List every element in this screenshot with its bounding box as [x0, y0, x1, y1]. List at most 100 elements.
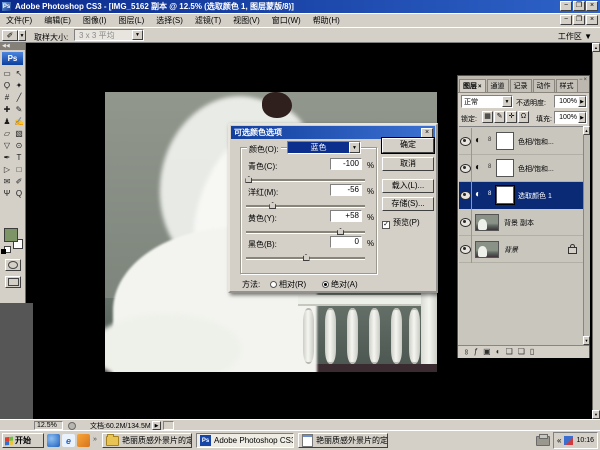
- blend-mode-dropdown[interactable]: 正常 ▼: [461, 95, 513, 108]
- method-absolute-radio[interactable]: 绝对(A): [322, 279, 358, 290]
- tool-preset-picker[interactable]: ✐ ▼: [2, 30, 28, 41]
- layer-name[interactable]: 色相/饱和...: [518, 137, 554, 147]
- visibility-toggle[interactable]: [459, 236, 472, 263]
- cyan-slider[interactable]: [246, 176, 365, 183]
- tool-eraser[interactable]: ▱: [1, 127, 13, 139]
- magenta-slider[interactable]: [246, 202, 365, 209]
- yellow-value-field[interactable]: +58: [330, 210, 362, 222]
- app-close-button[interactable]: ×: [586, 1, 598, 11]
- tab-close-icon[interactable]: ×: [478, 84, 482, 90]
- layer-mask-thumbnail[interactable]: [496, 186, 514, 204]
- menu-image[interactable]: 图像(I): [77, 15, 113, 26]
- black-slider[interactable]: [246, 254, 365, 261]
- tool-notes[interactable]: ✉: [1, 175, 13, 187]
- layer-thumbnail[interactable]: [475, 241, 499, 258]
- layer-name[interactable]: 背景 副本: [504, 218, 534, 228]
- quicklaunch-browser-icon[interactable]: [47, 434, 60, 447]
- color-dropdown[interactable]: 蓝色 ▼: [287, 141, 361, 154]
- visibility-toggle[interactable]: [459, 182, 472, 209]
- printer-icon[interactable]: [536, 436, 550, 446]
- layer-style-icon[interactable]: ƒ: [474, 347, 478, 357]
- quicklaunch-ie-icon[interactable]: e: [62, 434, 75, 447]
- tray-chevron-icon[interactable]: «: [557, 436, 561, 445]
- tool-rectangular-marquee[interactable]: ▭: [1, 67, 13, 79]
- palette-collapse-handle[interactable]: ◀◀: [0, 43, 25, 50]
- save-button[interactable]: 存储(S)...: [382, 197, 434, 211]
- chevron-down-icon[interactable]: ▼: [502, 96, 512, 107]
- load-button[interactable]: 载入(L)...: [382, 179, 434, 193]
- tool-path-select[interactable]: ▷: [1, 163, 13, 175]
- new-group-icon[interactable]: ❑: [506, 347, 513, 357]
- tool-hand[interactable]: Ψ: [1, 187, 13, 199]
- document-vertical-scrollbar[interactable]: [592, 43, 600, 419]
- tool-history-brush[interactable]: ✍: [13, 115, 25, 127]
- method-relative-radio[interactable]: 相对(R): [270, 279, 306, 290]
- tab-actions[interactable]: 动作: [533, 79, 555, 92]
- tool-type[interactable]: T: [13, 151, 25, 163]
- tab-channels[interactable]: 通道: [487, 79, 509, 92]
- workspace-button[interactable]: 工作区 ▼: [558, 31, 592, 42]
- layer-row[interactable]: 背景 副本: [459, 209, 583, 236]
- tab-layers[interactable]: 图层×: [459, 79, 486, 92]
- scroll-down-icon[interactable]: ▼: [583, 336, 590, 345]
- add-mask-icon[interactable]: ▣: [483, 347, 491, 357]
- menu-select[interactable]: 选择(S): [150, 15, 189, 26]
- delete-layer-icon[interactable]: ▯: [530, 347, 534, 357]
- menu-file[interactable]: 文件(F): [0, 15, 38, 26]
- layer-name[interactable]: 背景: [504, 245, 518, 255]
- app-restore-button[interactable]: ❐: [573, 1, 585, 11]
- taskbar-task-photoshop[interactable]: Ps Adobe Photoshop CS3...: [196, 433, 294, 448]
- layer-mask-thumbnail[interactable]: [496, 159, 514, 177]
- tool-clone-stamp[interactable]: ♟: [1, 115, 13, 127]
- taskbar-task-document[interactable]: 艳丽质感外景片的定...: [298, 433, 388, 448]
- cyan-value-field[interactable]: -100: [330, 158, 362, 170]
- lock-position-icon[interactable]: ✛: [506, 111, 517, 123]
- doc-minimize-button[interactable]: −: [560, 15, 572, 25]
- tool-brush[interactable]: ✎: [13, 103, 25, 115]
- lock-transparency-icon[interactable]: ▦: [482, 111, 493, 123]
- scroll-down-icon[interactable]: ▼: [592, 410, 600, 419]
- screen-mode-button[interactable]: [5, 276, 21, 288]
- tab-styles[interactable]: 样式: [556, 79, 578, 92]
- lock-all-icon[interactable]: Ω: [518, 111, 529, 123]
- menu-edit[interactable]: 编辑(E): [38, 15, 77, 26]
- scroll-up-icon[interactable]: ▲: [592, 43, 600, 52]
- visibility-toggle[interactable]: [459, 128, 472, 155]
- scroll-up-icon[interactable]: ▲: [583, 126, 590, 135]
- preview-checkbox[interactable]: ✓预览(P): [382, 217, 420, 229]
- menu-filter[interactable]: 滤镜(T): [189, 15, 227, 26]
- foreground-color-swatch[interactable]: [4, 228, 18, 242]
- chevron-down-icon[interactable]: ▼: [349, 142, 360, 153]
- doc-close-button[interactable]: ×: [586, 15, 598, 25]
- layer-row-selected[interactable]: ◐ 8 选取颜色 1: [459, 182, 583, 209]
- menu-help[interactable]: 帮助(H): [307, 15, 346, 26]
- tool-zoom[interactable]: Q: [13, 187, 25, 199]
- chevron-down-icon[interactable]: ▼: [132, 30, 143, 40]
- chevron-right-icon[interactable]: ▶: [578, 112, 586, 123]
- slider-thumb[interactable]: [337, 228, 344, 235]
- layer-row[interactable]: ◐ 8 色相/饱和...: [459, 155, 583, 182]
- tool-blur[interactable]: ▽: [1, 139, 13, 151]
- quicklaunch-chevron-icon[interactable]: »: [93, 436, 97, 443]
- tool-gradient[interactable]: ▧: [13, 127, 25, 139]
- layer-name[interactable]: 选取颜色 1: [518, 191, 552, 201]
- black-value-field[interactable]: 0: [330, 236, 362, 248]
- chevron-right-icon[interactable]: ▶: [578, 96, 586, 107]
- layer-row[interactable]: 背景: [459, 236, 583, 263]
- fill-field[interactable]: 100% ▶: [554, 111, 587, 124]
- tool-shape[interactable]: □: [13, 163, 25, 175]
- opacity-field[interactable]: 100% ▶: [554, 95, 587, 108]
- layer-mask-thumbnail[interactable]: [496, 132, 514, 150]
- visibility-toggle[interactable]: [459, 209, 472, 236]
- visibility-toggle[interactable]: [459, 155, 472, 182]
- slider-thumb[interactable]: [269, 202, 276, 209]
- app-minimize-button[interactable]: −: [560, 1, 572, 11]
- lock-pixels-icon[interactable]: ✎: [494, 111, 505, 123]
- slider-thumb[interactable]: [303, 254, 310, 261]
- layer-row[interactable]: ◐ 8 色相/饱和...: [459, 128, 583, 155]
- tool-eyedropper[interactable]: ✐: [13, 175, 25, 187]
- tab-history[interactable]: 记录: [510, 79, 532, 92]
- start-button[interactable]: 开始: [2, 433, 44, 448]
- tool-slice[interactable]: ╱: [13, 91, 25, 103]
- menu-window[interactable]: 窗口(W): [266, 15, 307, 26]
